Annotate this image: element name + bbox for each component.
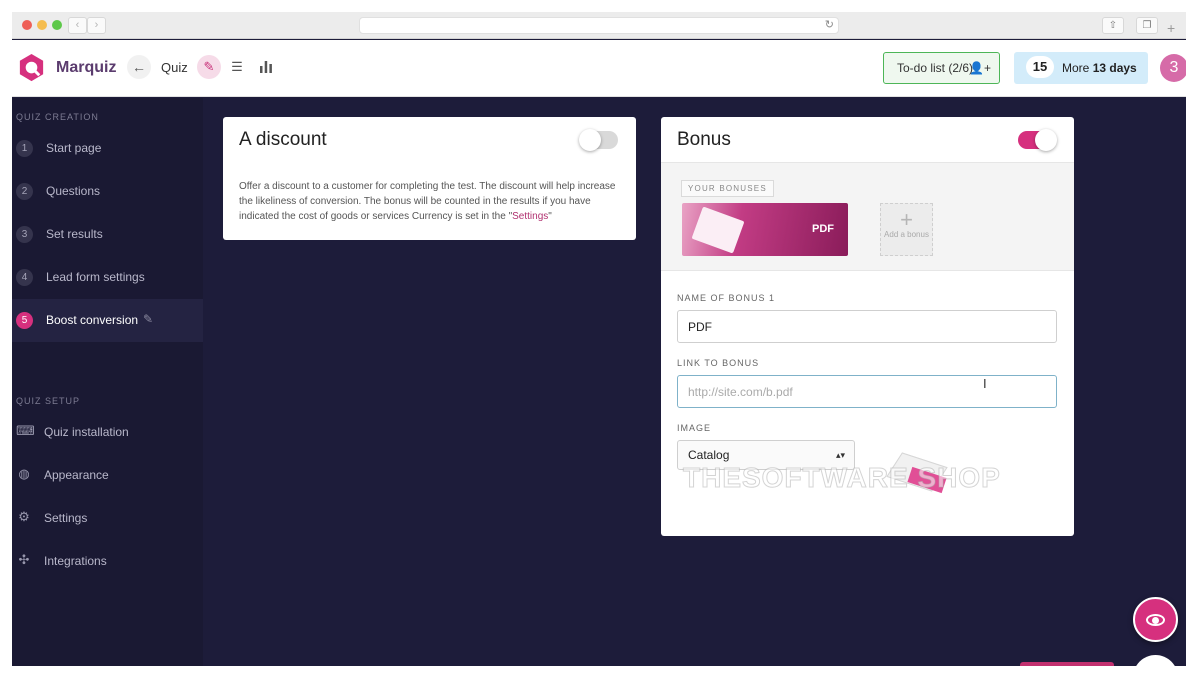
sidebar-item-boost-conversion[interactable]: 5 Boost conversion ✎: [12, 299, 203, 342]
sidebar-item-label: Settings: [44, 511, 88, 525]
bottom-accent-bar: [1020, 662, 1114, 666]
bonus-link-input[interactable]: [677, 375, 1057, 408]
address-bar[interactable]: ↻: [359, 17, 839, 34]
browser-back-button[interactable]: ‹: [68, 17, 87, 34]
step-number: 2: [16, 183, 33, 200]
bar-chart-icon[interactable]: [254, 55, 278, 79]
todo-list-label: To-do list (2/6): [897, 61, 974, 75]
sidebar-item-label: Appearance: [44, 468, 109, 482]
bonus-card: Bonus YOUR BONUSES PDF + Add a bonus NAM…: [661, 117, 1074, 536]
bonus-list: YOUR BONUSES PDF + Add a bonus: [661, 162, 1074, 271]
sidebar-item-label: Quiz installation: [44, 425, 129, 439]
bonus-toggle[interactable]: [1018, 129, 1057, 151]
bonus-image-label: IMAGE: [677, 423, 712, 433]
list-icon[interactable]: ☰: [225, 55, 249, 79]
zoom-window-button[interactable]: [52, 20, 62, 30]
sidebar-item-set-results[interactable]: 3 Set results: [12, 213, 203, 256]
settings-link[interactable]: Settings: [512, 211, 548, 222]
eye-pupil: [1152, 617, 1159, 624]
step-number: 3: [16, 226, 33, 243]
watermark-text: THESOFTWARE SHOP: [683, 462, 1001, 494]
reload-icon[interactable]: ↻: [825, 18, 834, 33]
browser-toolbar: ‹ › ↻ ⇧ ❐ +: [12, 12, 1186, 39]
new-tab-button[interactable]: +: [1167, 21, 1175, 35]
sidebar-item-label: Integrations: [44, 554, 107, 568]
step-number: 5: [16, 312, 33, 329]
add-bonus-label: Add a bonus: [884, 230, 929, 239]
share-icon[interactable]: ⇧: [1102, 17, 1124, 34]
discount-title: A discount: [239, 129, 327, 150]
days-remaining-text: More 13 days: [1062, 61, 1137, 75]
your-bonuses-label: YOUR BONUSES: [681, 180, 774, 197]
preview-button[interactable]: [1133, 597, 1178, 642]
marquiz-logo-icon[interactable]: [16, 52, 47, 83]
secondary-fab[interactable]: [1133, 655, 1178, 666]
bonus-tile-pdf[interactable]: PDF: [682, 203, 848, 256]
sidebar-item-label: Lead form settings: [46, 270, 145, 284]
text-cursor-icon: I: [983, 376, 987, 391]
bonus-name-label: NAME OF BONUS 1: [677, 293, 776, 303]
sidebar-item-label: Start page: [46, 141, 102, 155]
ebook-thumbnail: [691, 206, 745, 254]
quiz-title: Quiz: [161, 60, 188, 75]
add-person-icon: 👤+: [969, 61, 991, 75]
todo-list-button[interactable]: To-do list (2/6) 👤+: [883, 52, 1000, 84]
minimize-window-button[interactable]: [37, 20, 47, 30]
step-number: 4: [16, 269, 33, 286]
sidebar-item-settings[interactable]: ⚙ Settings: [12, 497, 203, 540]
discount-toggle[interactable]: [579, 129, 618, 151]
gear-icon: ⚙: [18, 509, 30, 524]
close-window-button[interactable]: [22, 20, 32, 30]
sidebar-item-label: Set results: [46, 227, 103, 241]
sidebar-item-questions[interactable]: 2 Questions: [12, 170, 203, 213]
code-window-icon: ⌨: [16, 423, 35, 438]
sidebar-item-appearance[interactable]: ◍ Appearance: [12, 454, 203, 497]
trial-days-badge[interactable]: 15 More 13 days: [1014, 52, 1148, 84]
toggle-knob: [579, 129, 601, 151]
sidebar-item-integrations[interactable]: ✣ Integrations: [12, 540, 203, 583]
discount-description: Offer a discount to a customer for compl…: [239, 181, 616, 222]
back-arrow-icon[interactable]: ←: [127, 55, 151, 79]
add-bonus-button[interactable]: + Add a bonus: [880, 203, 933, 256]
puzzle-icon: ✣: [18, 552, 30, 567]
bonus-tile-label: PDF: [812, 223, 834, 235]
browser-window: ‹ › ↻ ⇧ ❐ + Marquiz ← Quiz ✎ ☰ To-do lis…: [12, 12, 1186, 666]
selected-image-value: Catalog: [688, 448, 730, 462]
sidebar: QUIZ CREATION 1 Start page 2 Questions 3…: [12, 98, 203, 666]
sidebar-item-quiz-installation[interactable]: ⌨ Quiz installation: [12, 411, 203, 454]
sidebar-item-label: Questions: [46, 184, 101, 198]
plus-icon: +: [900, 207, 913, 232]
pencil-icon: ✎: [143, 312, 154, 326]
sidebar-item-start-page[interactable]: 1 Start page: [12, 127, 203, 170]
discount-card: A discount Offer a discount to a custome…: [223, 117, 636, 240]
browser-forward-button[interactable]: ›: [87, 17, 106, 34]
bonus-link-label: LINK TO BONUS: [677, 358, 760, 368]
days-count: 15: [1026, 56, 1054, 78]
avatar[interactable]: 3: [1160, 54, 1186, 82]
bonus-title: Bonus: [677, 129, 731, 150]
bonus-name-input[interactable]: [677, 310, 1057, 343]
step-number: 1: [16, 140, 33, 157]
brand-name[interactable]: Marquiz: [56, 59, 116, 77]
tabs-overview-icon[interactable]: ❐: [1136, 17, 1158, 34]
sidebar-item-label: Boost conversion: [46, 313, 139, 327]
app-header: Marquiz ← Quiz ✎ ☰ To-do list (2/6) 👤+ 1…: [12, 40, 1186, 97]
edit-pencil-icon[interactable]: ✎: [197, 55, 221, 79]
palette-icon: ◍: [18, 466, 30, 481]
quiz-setup-heading: QUIZ SETUP: [16, 396, 81, 406]
sidebar-item-lead-form-settings[interactable]: 4 Lead form settings: [12, 256, 203, 299]
quiz-creation-heading: QUIZ CREATION: [16, 112, 99, 122]
toggle-knob: [1035, 129, 1057, 151]
